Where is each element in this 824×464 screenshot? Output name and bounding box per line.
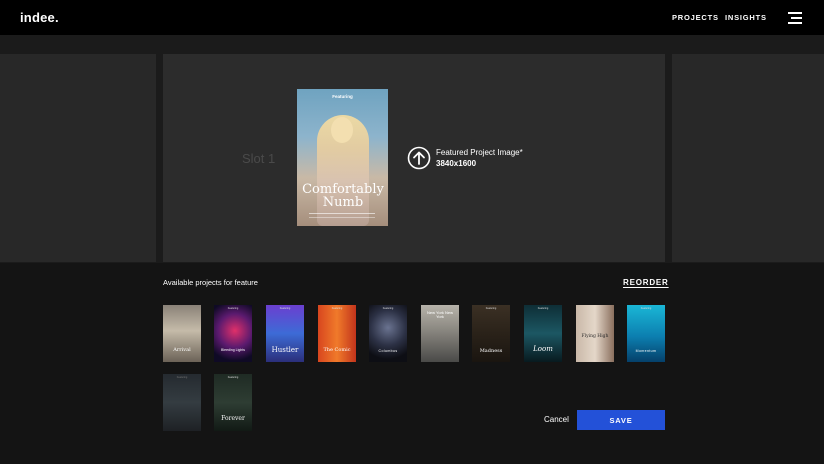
project-title: Flying High (581, 334, 609, 339)
project-tag: Featuring (537, 307, 549, 310)
project-title: The Comic (323, 347, 351, 353)
upload-size: 3840x1600 (436, 159, 477, 168)
poster-title: Comfortably Numb (302, 182, 384, 210)
project-thumbnail[interactable]: Featuring Madness (472, 305, 510, 362)
project-title: Arrival (173, 347, 191, 353)
project-tag: Featuring (331, 307, 343, 310)
project-thumbnail[interactable]: Featuring Loom (524, 305, 562, 362)
project-title: New York New York (427, 310, 454, 319)
project-tag: Featuring (279, 307, 291, 310)
project-thumbnail[interactable]: Featuring Hustler (266, 305, 304, 362)
project-thumbnail[interactable]: Featuring The Comic (318, 305, 356, 362)
brand-logo[interactable]: indee. (20, 10, 59, 25)
poster-credits (309, 213, 375, 218)
project-title: Hustler (271, 346, 299, 354)
menu-bar (791, 17, 802, 19)
project-title: Forever (221, 415, 245, 422)
project-tag: Featuring (227, 376, 239, 379)
top-navigation-bar: indee. PROJECTS INSIGHTS (0, 0, 824, 35)
hamburger-menu-icon[interactable] (788, 12, 802, 24)
menu-bar (788, 22, 802, 24)
featured-project-poster[interactable]: Featuring Comfortably Numb (297, 89, 388, 226)
available-projects-label: Available projects for feature (163, 278, 258, 287)
upload-title: Featured Project Image* (436, 148, 523, 157)
project-thumbnail[interactable]: Featuring Momentum (627, 305, 665, 362)
poster-tag: Featuring (332, 94, 353, 99)
nav-insights[interactable]: INSIGHTS (725, 13, 767, 22)
project-tag: Featuring (382, 307, 394, 310)
project-title: Loom (533, 345, 553, 353)
project-title: Columbus (378, 349, 398, 353)
nav-projects[interactable]: PROJECTS (672, 13, 719, 22)
project-tag: Featuring (176, 376, 188, 379)
project-thumbnail[interactable]: New York New York (421, 305, 459, 362)
next-slot-panel[interactable] (672, 54, 824, 262)
menu-bar (788, 12, 802, 14)
project-title: Madness (479, 348, 503, 354)
poster-figure-head (331, 117, 353, 143)
project-thumbnail[interactable]: Featuring Bleeding Lights (214, 305, 252, 362)
slot-label: Slot 1 (242, 151, 276, 166)
project-thumbnail[interactable]: Featuring (163, 374, 201, 431)
project-tag: Featuring (640, 307, 652, 310)
project-thumbnail[interactable]: Flying High (576, 305, 614, 362)
save-button[interactable]: SAVE (577, 410, 665, 430)
cancel-button[interactable]: Cancel (544, 415, 569, 424)
project-thumbnail[interactable]: Featuring Columbus (369, 305, 407, 362)
project-tag: Featuring (485, 307, 497, 310)
upload-arrow-icon[interactable] (407, 146, 431, 170)
project-tag: Featuring (227, 307, 239, 310)
previous-slot-panel[interactable] (0, 54, 156, 262)
project-thumbnail[interactable]: Featuring Forever (214, 374, 252, 431)
project-title: Bleeding Lights (221, 348, 245, 352)
project-title: Momentum (635, 349, 657, 353)
project-thumbnail[interactable]: Arrival (163, 305, 201, 362)
reorder-button[interactable]: REORDER (623, 278, 669, 287)
